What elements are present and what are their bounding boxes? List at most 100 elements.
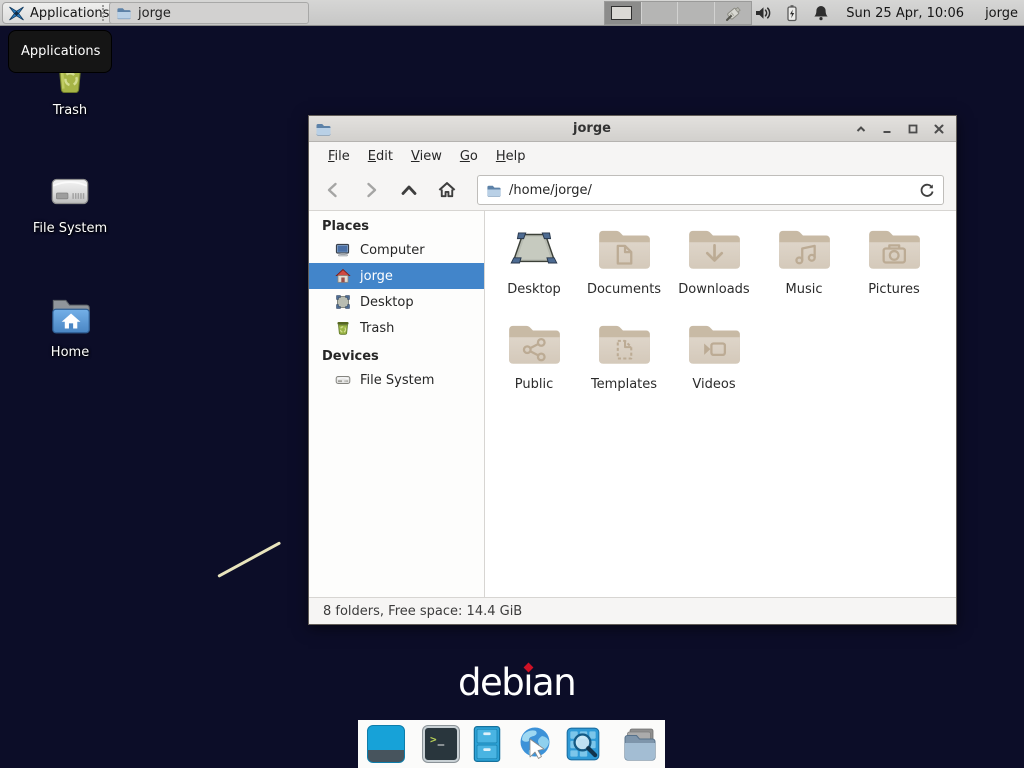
- sidebar-item-trash[interactable]: Trash: [309, 315, 484, 341]
- file-label: Pictures: [868, 282, 919, 297]
- file-view: Desktop Documents Downloads: [485, 211, 956, 597]
- sidebar-item-label: File System: [360, 373, 434, 388]
- taskbar-window-button[interactable]: jorge: [109, 2, 309, 24]
- path-bar[interactable]: /home/jorge/: [477, 175, 944, 205]
- user-home-icon: [335, 268, 351, 284]
- desktop-icon-label: File System: [33, 221, 107, 236]
- file-manager-launcher[interactable]: [468, 724, 506, 764]
- folder-icon: [315, 121, 332, 137]
- window-titlebar[interactable]: jorge: [309, 116, 956, 142]
- toolbar: /home/jorge/: [309, 170, 956, 211]
- current-path[interactable]: /home/jorge/: [509, 183, 912, 198]
- hard-drive-icon: [44, 166, 96, 216]
- desktop-icon: [505, 224, 563, 274]
- up-button[interactable]: [399, 180, 419, 200]
- applications-menu-label: Applications: [30, 6, 109, 21]
- xfce-x-icon: [8, 5, 25, 22]
- directory-menu-button[interactable]: [620, 725, 660, 763]
- desktop-icon-file-system[interactable]: File System: [22, 166, 118, 236]
- debian-logo: debıan: [458, 661, 575, 704]
- file-label: Videos: [692, 377, 735, 392]
- close-button[interactable]: [930, 120, 948, 138]
- devices-header: Devices: [309, 341, 484, 367]
- file-label: Music: [786, 282, 823, 297]
- web-browser-globe-icon: [515, 724, 555, 764]
- file-label: Downloads: [678, 282, 749, 297]
- sidebar-item-label: Computer: [360, 243, 425, 258]
- file-label: Documents: [587, 282, 661, 297]
- file-tile-pictures[interactable]: Pictures: [849, 224, 939, 319]
- web-browser-launcher[interactable]: [515, 724, 555, 764]
- debian-logo-i: ı: [523, 661, 532, 704]
- panel-username: jorge: [985, 6, 1018, 21]
- desktop-icon-label: Home: [51, 345, 89, 360]
- shade-button[interactable]: [852, 120, 870, 138]
- desktop-icon-home[interactable]: Home: [22, 290, 118, 360]
- forward-button[interactable]: [361, 180, 381, 200]
- show-desktop-icon: [367, 725, 405, 763]
- debian-logo-post: an: [532, 661, 575, 704]
- applications-tooltip-text: Applications: [21, 44, 100, 59]
- folder-public-icon: [505, 319, 563, 369]
- directory-folder-icon: [620, 725, 660, 763]
- menu-view[interactable]: View: [402, 145, 451, 168]
- workspace-3[interactable]: [678, 2, 715, 24]
- sidebar-item-label: Trash: [360, 321, 394, 336]
- file-tile-music[interactable]: Music: [759, 224, 849, 319]
- minimize-button[interactable]: [878, 120, 896, 138]
- wired-network-icon[interactable]: [724, 3, 744, 23]
- menu-bar: File Edit View Go Help: [309, 142, 956, 170]
- sidebar-item-file-system[interactable]: File System: [309, 367, 484, 393]
- panel-tray-area: Sun 25 Apr, 10:06 jorge: [724, 0, 1024, 26]
- folder-icon: [486, 183, 502, 198]
- folder-downloads-icon: [685, 224, 743, 274]
- file-label: Desktop: [507, 282, 561, 297]
- menu-file[interactable]: File: [319, 145, 359, 168]
- status-text: 8 folders, Free space: 14.4 GiB: [323, 604, 522, 619]
- app-finder-launcher[interactable]: [564, 725, 602, 763]
- sidebar-item-desktop[interactable]: Desktop: [309, 289, 484, 315]
- hard-drive-icon: [335, 372, 351, 388]
- sidebar-item-jorge[interactable]: jorge: [309, 263, 484, 289]
- folder-icon: [116, 5, 132, 21]
- file-tile-videos[interactable]: Videos: [669, 319, 759, 414]
- chevron-right-icon: [361, 180, 381, 200]
- taskbar-window-title: jorge: [138, 6, 171, 21]
- volume-icon[interactable]: [753, 3, 773, 23]
- folder-documents-icon: [595, 224, 653, 274]
- desktop-icon-label: Trash: [53, 103, 87, 118]
- panel-clock[interactable]: Sun 25 Apr, 10:06: [846, 6, 964, 21]
- trash-icon: [335, 320, 351, 336]
- menu-go[interactable]: Go: [451, 145, 487, 168]
- top-panel: Applications jorge: [0, 0, 1024, 26]
- reload-button[interactable]: [919, 182, 935, 198]
- workspace-1[interactable]: [605, 2, 642, 24]
- reload-icon: [919, 182, 935, 198]
- sidebar-item-computer[interactable]: Computer: [309, 237, 484, 263]
- terminal-launcher[interactable]: >_: [423, 726, 459, 762]
- file-tile-desktop[interactable]: Desktop: [489, 224, 579, 319]
- status-bar: 8 folders, Free space: 14.4 GiB: [309, 597, 956, 624]
- home-button[interactable]: [437, 180, 457, 200]
- battery-charging-icon[interactable]: [782, 3, 802, 23]
- workspace-2[interactable]: [642, 2, 679, 24]
- applications-menu-button[interactable]: Applications: [2, 2, 118, 24]
- menu-edit[interactable]: Edit: [359, 145, 402, 168]
- folder-music-icon: [775, 224, 833, 274]
- show-desktop-button[interactable]: [367, 725, 405, 763]
- places-header: Places: [309, 211, 484, 237]
- notifications-bell-icon[interactable]: [811, 3, 831, 23]
- panel-grip-handle[interactable]: [102, 5, 106, 21]
- back-button[interactable]: [323, 180, 343, 200]
- places-sidebar: Places Computer jorge: [309, 211, 485, 597]
- home-folder-icon: [44, 290, 96, 340]
- file-tile-public[interactable]: Public: [489, 319, 579, 414]
- menu-help[interactable]: Help: [487, 145, 535, 168]
- applications-tooltip: Applications: [8, 30, 112, 73]
- file-tile-documents[interactable]: Documents: [579, 224, 669, 319]
- file-tile-templates[interactable]: Templates: [579, 319, 669, 414]
- maximize-button[interactable]: [904, 120, 922, 138]
- file-tile-downloads[interactable]: Downloads: [669, 224, 759, 319]
- file-cabinet-icon: [468, 724, 506, 764]
- window-title: jorge: [332, 121, 852, 136]
